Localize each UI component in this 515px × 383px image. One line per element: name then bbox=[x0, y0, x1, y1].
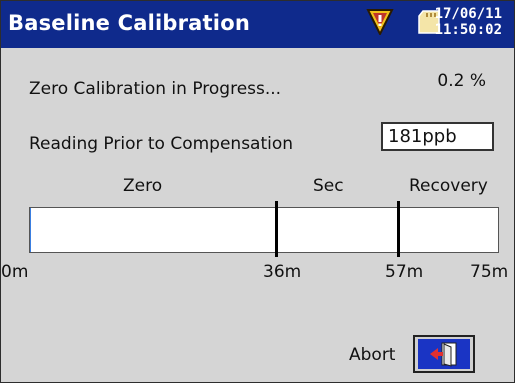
tick-36m: 36m bbox=[263, 262, 302, 282]
abort-button[interactable] bbox=[413, 335, 475, 373]
reading-value-field: 181ppb bbox=[381, 122, 494, 151]
progress-percent: 0.2 % bbox=[437, 71, 486, 91]
calibration-progress-bar bbox=[29, 207, 499, 253]
phase-recovery-label: Recovery bbox=[409, 176, 488, 196]
title-bar: Baseline Calibration 17/06/11 11:50:02 bbox=[1, 1, 514, 48]
time: 11:50:02 bbox=[434, 22, 502, 38]
warning-icon bbox=[366, 9, 394, 35]
window-title: Baseline Calibration bbox=[8, 11, 250, 35]
calibration-status: Zero Calibration in Progress... bbox=[29, 79, 282, 99]
marker-57m bbox=[397, 201, 400, 257]
tick-57m: 57m bbox=[385, 262, 424, 282]
exit-door-icon bbox=[418, 339, 470, 369]
phase-sec-label: Sec bbox=[313, 176, 344, 196]
abort-label: Abort bbox=[349, 345, 396, 365]
tick-75m: 75m bbox=[470, 262, 509, 282]
phase-zero-label: Zero bbox=[123, 176, 163, 196]
marker-36m bbox=[275, 201, 278, 257]
progress-fill bbox=[30, 208, 31, 252]
date: 17/06/11 bbox=[434, 6, 502, 22]
tick-0m: 0m bbox=[1, 262, 29, 282]
date-time: 17/06/11 11:50:02 bbox=[435, 6, 502, 38]
reading-label: Reading Prior to Compensation bbox=[29, 134, 294, 154]
app-window: Baseline Calibration 17/06/11 11:50:02 0… bbox=[0, 0, 515, 383]
